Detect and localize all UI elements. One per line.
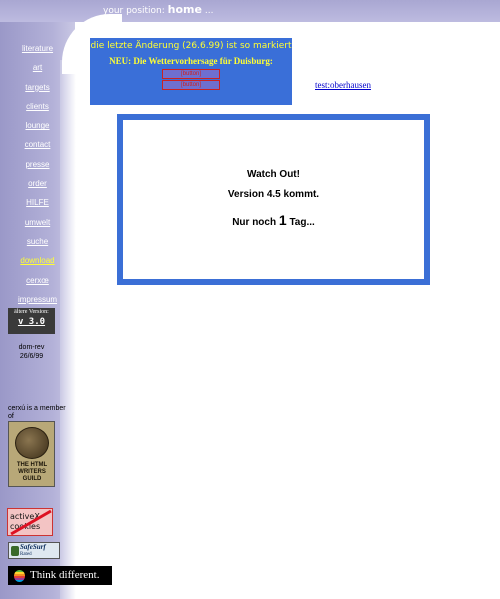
- weather-notice: NEU: Die Wettervorhersage für Duisburg:: [109, 56, 273, 66]
- position-label: your position:: [103, 6, 165, 16]
- top-bar: [0, 0, 500, 22]
- countdown-number: 1: [278, 212, 287, 228]
- nav-item-order[interactable]: order: [0, 178, 75, 197]
- nav-item-hilfe[interactable]: HILFE: [0, 197, 75, 216]
- dom-rev-date: 26/6/99: [19, 353, 44, 360]
- weather-buttons: [button] [button]: [90, 68, 292, 90]
- hwg-badge-text: THE HTML WRITERS GUILD: [16, 462, 48, 482]
- no-activex-badge[interactable]: activeX cookies: [7, 508, 53, 536]
- weather-button-1[interactable]: [button]: [162, 69, 220, 79]
- countdown-suffix: Tag...: [289, 217, 315, 228]
- safesurf-badge[interactable]: SafeSurf Rated: [8, 542, 60, 559]
- old-version-box[interactable]: ältere Version: v 3.0: [8, 308, 55, 334]
- nav-item-cerxoe[interactable]: cerxœ: [0, 275, 75, 294]
- sidebar-nav: literature art targets clients lounge co…: [0, 43, 75, 313]
- globe-icon: [15, 427, 49, 459]
- nav-item-suche[interactable]: suche: [0, 236, 75, 255]
- watch-version: Version 4.5 kommt.: [227, 189, 320, 200]
- old-version-label: ältere Version:: [14, 309, 49, 315]
- countdown-prefix: Nur noch: [232, 217, 277, 228]
- safesurf-label: SafeSurf: [20, 543, 46, 551]
- position-home[interactable]: home: [168, 3, 202, 16]
- safesurf-sub: Rated: [20, 552, 32, 557]
- nav-item-download[interactable]: download: [0, 255, 75, 274]
- nav-item-clients[interactable]: clients: [0, 101, 75, 120]
- html-writers-guild-badge[interactable]: THE HTML WRITERS GUILD: [8, 421, 55, 487]
- weather-button-2[interactable]: [button]: [162, 80, 220, 90]
- test-oberhausen-link[interactable]: test:oberhausen: [315, 80, 371, 90]
- dom-rev: dom-rev 26/6/99: [8, 343, 55, 361]
- nav-item-art[interactable]: art: [0, 62, 75, 81]
- announcement-box: die letzte Änderung (26.6.99) ist so mar…: [90, 38, 292, 105]
- think-different-badge[interactable]: Think different.: [8, 566, 112, 585]
- safesurf-icon: [11, 546, 19, 556]
- nav-item-contact[interactable]: contact: [0, 139, 75, 158]
- watch-title: Watch Out!: [247, 169, 300, 180]
- dom-rev-label: dom-rev: [18, 344, 45, 351]
- nav-item-targets[interactable]: targets: [0, 82, 75, 101]
- think-different-label: Think different.: [30, 569, 100, 581]
- member-text: cerxú is a member of: [8, 405, 66, 420]
- watch-countdown: Nur noch 1 Tag...: [123, 212, 424, 228]
- last-change-notice: die letzte Änderung (26.6.99) ist so mar…: [90, 41, 292, 51]
- position-ellipsis: ...: [204, 6, 214, 16]
- nav-item-lounge[interactable]: lounge: [0, 120, 75, 139]
- nav-item-literature[interactable]: literature: [0, 43, 75, 62]
- watch-out-box: Watch Out! Version 4.5 kommt. Nur noch 1…: [117, 114, 430, 285]
- apple-icon: [14, 570, 25, 582]
- old-version-link[interactable]: v 3.0: [8, 316, 55, 329]
- nav-item-presse[interactable]: presse: [0, 159, 75, 178]
- breadcrumb: your position: home ...: [103, 3, 213, 16]
- nav-item-umwelt[interactable]: umwelt: [0, 217, 75, 236]
